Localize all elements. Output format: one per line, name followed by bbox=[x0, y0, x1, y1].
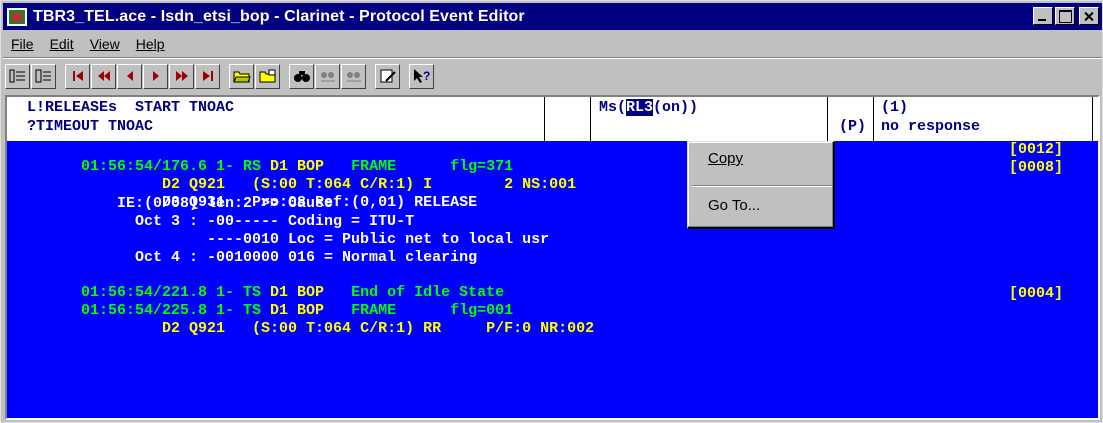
header-message-prefix: Ms( bbox=[599, 99, 627, 116]
last-icon[interactable] bbox=[195, 63, 220, 89]
fast-back-icon[interactable] bbox=[91, 63, 116, 89]
context-menu: Copy Go To... bbox=[687, 141, 835, 229]
log-ref: [0004] bbox=[1009, 285, 1064, 302]
app-icon[interactable] bbox=[7, 7, 27, 26]
menu-bar: File Edit View Help bbox=[3, 32, 173, 56]
edit-check-icon[interactable] bbox=[375, 63, 400, 89]
find-icon[interactable] bbox=[289, 63, 314, 89]
context-help-icon[interactable]: ? bbox=[409, 63, 434, 89]
header-state-text[interactable]: no response bbox=[881, 118, 980, 135]
tree-view-icon[interactable] bbox=[31, 63, 56, 89]
menu-edit[interactable]: Edit bbox=[42, 36, 82, 52]
menu-view[interactable]: View bbox=[82, 36, 128, 52]
header-message-cell[interactable]: Ms(RL3(on)) bbox=[599, 99, 698, 116]
minimize-button[interactable] bbox=[1033, 7, 1053, 25]
header-divider bbox=[590, 97, 591, 141]
event-grid[interactable]: L!RELEASEs START TNOAC ?TIMEOUT TNOAC Ms… bbox=[5, 95, 1100, 420]
first-icon[interactable] bbox=[65, 63, 90, 89]
menu-help-label: Help bbox=[135, 36, 165, 52]
header-divider bbox=[827, 97, 828, 141]
svg-text:?: ? bbox=[423, 69, 430, 83]
list-view-icon[interactable] bbox=[5, 63, 30, 89]
find-prev-icon[interactable] bbox=[315, 63, 340, 89]
forward-icon[interactable] bbox=[143, 63, 168, 89]
main-window: TBR3_TEL.ace - Isdn_etsi_bop - Clarinet … bbox=[0, 0, 1103, 423]
context-goto-label: Go To... bbox=[708, 197, 761, 214]
context-goto[interactable]: Go To... bbox=[708, 197, 760, 214]
log-line[interactable]: Oct 4 : -0010000 016 = Normal clearing bbox=[9, 249, 477, 266]
header-divider bbox=[544, 97, 545, 141]
log-layer: D2 Q921 bbox=[81, 320, 253, 337]
context-copy-label: Copy bbox=[708, 150, 744, 167]
menu-file-label: File bbox=[11, 36, 34, 52]
fast-forward-icon[interactable] bbox=[169, 63, 194, 89]
log-ref: [0008] bbox=[1009, 159, 1064, 176]
context-separator bbox=[692, 185, 832, 187]
window-title: TBR3_TEL.ace - Isdn_etsi_bop - Clarinet … bbox=[33, 7, 525, 25]
header-timeout-event[interactable]: ?TIMEOUT TNOAC bbox=[27, 118, 153, 135]
log-line[interactable]: D2 Q921 (S:00 T:064 C/R:1) RR P/F:0 NR:0… bbox=[9, 303, 594, 337]
log-line[interactable]: D2 Q921 (S:00 T:064 C/R:1) I 2 NS:001 bbox=[9, 159, 576, 193]
log-text: (S:00 T:064 C/R:1) RR P/F:0 NR:002 bbox=[252, 320, 595, 337]
back-icon[interactable] bbox=[117, 63, 142, 89]
log-line[interactable]: 01:56:54/176.6 1- RS D1 BOP FRAME flg=37… bbox=[9, 141, 513, 175]
log-line[interactable]: ----0010 Loc = Public net to local usr bbox=[9, 231, 549, 248]
toolbar: ? bbox=[5, 61, 435, 91]
header-release-event[interactable]: L!RELEASEs START TNOAC bbox=[27, 99, 234, 116]
header-message-suffix: (on)) bbox=[653, 99, 699, 116]
header-divider bbox=[1092, 97, 1093, 141]
save-folder-icon[interactable] bbox=[255, 63, 280, 89]
log-line[interactable]: Oct 3 : -00----- Coding = ITU-T bbox=[9, 213, 414, 230]
context-copy[interactable]: Copy bbox=[708, 150, 743, 167]
header-divider bbox=[873, 97, 874, 141]
log-line[interactable]: IE:(0/08) len:2 >> Cause bbox=[9, 195, 333, 212]
log-line[interactable]: D3 Q931 Pro:08 Ref:(0,01) RELEASE bbox=[9, 177, 477, 211]
header-state-number[interactable]: (1) bbox=[881, 99, 908, 116]
log-ref: [0012] bbox=[1009, 141, 1064, 158]
title-bar[interactable]: TBR3_TEL.ace - Isdn_etsi_bop - Clarinet … bbox=[3, 3, 1102, 30]
menu-separator bbox=[3, 57, 1102, 59]
maximize-button[interactable] bbox=[1055, 7, 1075, 25]
menu-help[interactable]: Help bbox=[128, 36, 173, 52]
menu-file[interactable]: File bbox=[3, 36, 42, 52]
menu-view-label: View bbox=[89, 36, 120, 52]
log-line[interactable]: 01:56:54/225.8 1- TS D1 BOP FRAME flg=00… bbox=[9, 285, 513, 319]
log-line[interactable]: 01:56:54/221.8 1- TS D1 BOP End of Idle … bbox=[9, 267, 504, 301]
header-message-selection[interactable]: RL3 bbox=[626, 99, 654, 116]
find-next-icon[interactable] bbox=[341, 63, 366, 89]
open-folder-icon[interactable] bbox=[229, 63, 254, 89]
header-parameter[interactable]: (P) bbox=[839, 118, 866, 135]
close-button[interactable] bbox=[1079, 7, 1099, 25]
menu-edit-label: Edit bbox=[49, 36, 74, 52]
header-panel: L!RELEASEs START TNOAC ?TIMEOUT TNOAC Ms… bbox=[7, 97, 1098, 141]
protocol-log[interactable]: 01:56:54/176.6 1- RS D1 BOP FRAME flg=37… bbox=[7, 141, 1098, 418]
